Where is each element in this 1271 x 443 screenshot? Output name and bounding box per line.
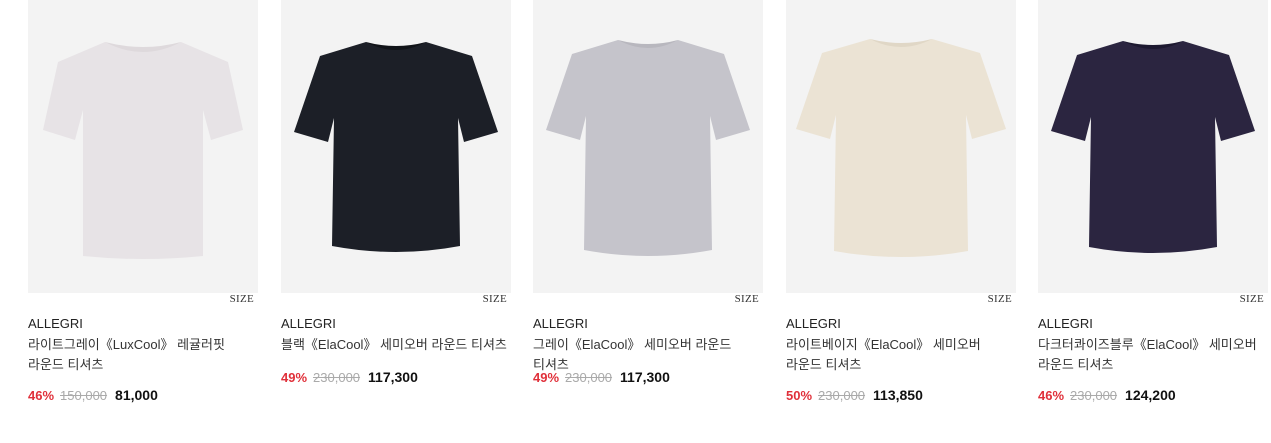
price-row: 50% 230,000 113,850 [786, 386, 923, 405]
size-link[interactable]: SIZE [230, 293, 254, 305]
product-image[interactable] [786, 0, 1016, 293]
product-name[interactable]: 블랙《ElaCool》 세미오버 라운드 티셔츠 [281, 335, 511, 355]
product-image[interactable] [28, 0, 258, 293]
sale-price: 117,300 [368, 369, 418, 385]
product-image[interactable] [1038, 0, 1268, 293]
discount-rate: 46% [1038, 388, 1065, 403]
tshirt-image [546, 39, 750, 256]
product-card[interactable]: SIZE ALLEGRI 라이트그레이《LuxCool》 레귤러핏 라운드 티셔… [28, 0, 258, 403]
tshirt-image [1051, 40, 1255, 253]
product-name[interactable]: 라이트베이지《ElaCool》 세미오버 라운드 티셔츠 [786, 335, 1016, 375]
size-link[interactable]: SIZE [1240, 293, 1264, 305]
size-link[interactable]: SIZE [988, 293, 1012, 305]
sale-price: 124,200 [1125, 387, 1176, 403]
brand-name[interactable]: ALLEGRI [1038, 315, 1268, 333]
brand-name[interactable]: ALLEGRI [281, 315, 511, 333]
tshirt-image [43, 41, 243, 259]
sale-price: 113,850 [873, 387, 923, 403]
original-price: 150,000 [60, 388, 108, 403]
price-row: 49% 230,000 117,300 [533, 368, 670, 387]
price-row: 46% 230,000 124,200 [1038, 386, 1176, 405]
brand-name[interactable]: ALLEGRI [533, 315, 763, 333]
original-price: 230,000 [818, 388, 866, 403]
product-card[interactable]: SIZE ALLEGRI 다크터콰이즈블루《ElaCool》 세미오버 라운드 … [1038, 0, 1268, 403]
brand-name[interactable]: ALLEGRI [786, 315, 1016, 333]
product-image[interactable] [533, 0, 763, 293]
product-grid: SIZE ALLEGRI 라이트그레이《LuxCool》 레귤러핏 라운드 티셔… [0, 0, 1271, 443]
discount-rate: 49% [533, 370, 560, 385]
tshirt-image [294, 41, 498, 252]
product-card[interactable]: SIZE ALLEGRI 그레이《ElaCool》 세미오버 라운드 티셔츠 4… [533, 0, 763, 385]
tshirt-image [796, 38, 1006, 257]
discount-rate: 50% [786, 388, 813, 403]
price-row: 49% 230,000 117,300 [281, 368, 418, 387]
product-card[interactable]: SIZE ALLEGRI 라이트베이지《ElaCool》 세미오버 라운드 티셔… [786, 0, 1016, 403]
sale-price: 81,000 [115, 387, 158, 403]
product-image[interactable] [281, 0, 511, 293]
original-price: 230,000 [313, 370, 361, 385]
size-link[interactable]: SIZE [483, 293, 507, 305]
original-price: 230,000 [565, 370, 613, 385]
original-price: 230,000 [1070, 388, 1118, 403]
product-name[interactable]: 라이트그레이《LuxCool》 레귤러핏 라운드 티셔츠 [28, 335, 258, 375]
product-name[interactable]: 다크터콰이즈블루《ElaCool》 세미오버 라운드 티셔츠 [1038, 335, 1268, 375]
price-row: 46% 150,000 81,000 [28, 386, 158, 405]
discount-rate: 46% [28, 388, 55, 403]
sale-price: 117,300 [620, 369, 670, 385]
brand-name[interactable]: ALLEGRI [28, 315, 258, 333]
size-link[interactable]: SIZE [735, 293, 759, 305]
product-card[interactable]: SIZE ALLEGRI 블랙《ElaCool》 세미오버 라운드 티셔츠 49… [281, 0, 511, 385]
discount-rate: 49% [281, 370, 308, 385]
